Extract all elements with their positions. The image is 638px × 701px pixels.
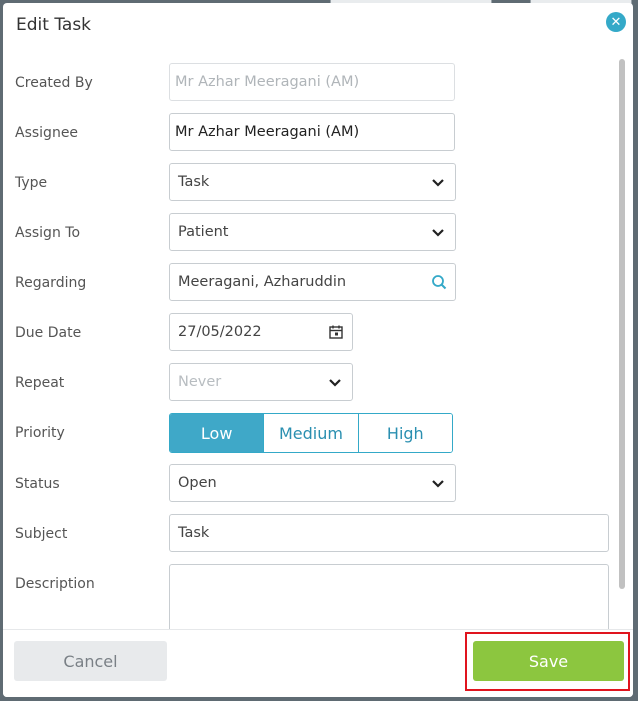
assignee-label: Assignee [15,125,79,141]
repeat-label: Repeat [15,375,65,391]
assignee-field[interactable]: Mr Azhar Meeragani (AM) [169,113,455,151]
created-by-value: Mr Azhar Meeragani (AM) [175,74,360,90]
regarding-field[interactable]: Meeragani, Azharuddin [169,263,456,301]
repeat-select[interactable]: Never [169,363,353,401]
due-date-field[interactable]: 27/05/2022 [169,313,353,351]
status-select[interactable]: Open [169,464,456,502]
subject-value: Task [178,525,210,541]
cancel-button[interactable]: Cancel [14,641,167,681]
regarding-value: Meeragani, Azharuddin [178,274,347,290]
assign-to-select[interactable]: Patient [169,213,456,251]
priority-medium-button[interactable]: Medium [264,414,359,452]
assign-to-value: Patient [178,224,229,240]
type-select[interactable]: Task [169,163,456,201]
calendar-icon[interactable] [328,324,344,340]
priority-label: Priority [15,425,65,441]
close-icon[interactable]: ✕ [606,12,626,32]
created-by-field: Mr Azhar Meeragani (AM) [169,63,455,101]
repeat-value: Never [178,374,222,390]
assign-to-label: Assign To [15,225,81,241]
save-button[interactable]: Save [473,641,624,681]
edit-task-dialog: Edit Task ✕ Created By Mr Azhar Meeragan… [3,3,633,697]
chevron-down-icon [329,379,341,387]
chevron-down-icon [432,480,444,488]
subject-label: Subject [15,526,68,542]
chevron-down-icon [432,229,444,237]
status-value: Open [178,475,217,491]
status-label: Status [15,476,60,492]
subject-input[interactable]: Task [169,514,609,552]
regarding-label: Regarding [15,275,87,291]
scrollbar[interactable] [619,59,625,589]
type-label: Type [15,175,48,191]
due-date-label: Due Date [15,325,82,341]
due-date-value: 27/05/2022 [178,324,262,340]
priority-toggle-group: Low Medium High [169,413,453,453]
assignee-value: Mr Azhar Meeragani (AM) [175,124,360,140]
search-icon[interactable] [431,274,447,290]
chevron-down-icon [432,179,444,187]
priority-low-button[interactable]: Low [170,414,265,452]
created-by-label: Created By [15,75,93,91]
dialog-title: Edit Task [16,15,92,35]
priority-high-button[interactable]: High [358,414,452,452]
description-label: Description [15,576,95,592]
type-value: Task [178,174,210,190]
